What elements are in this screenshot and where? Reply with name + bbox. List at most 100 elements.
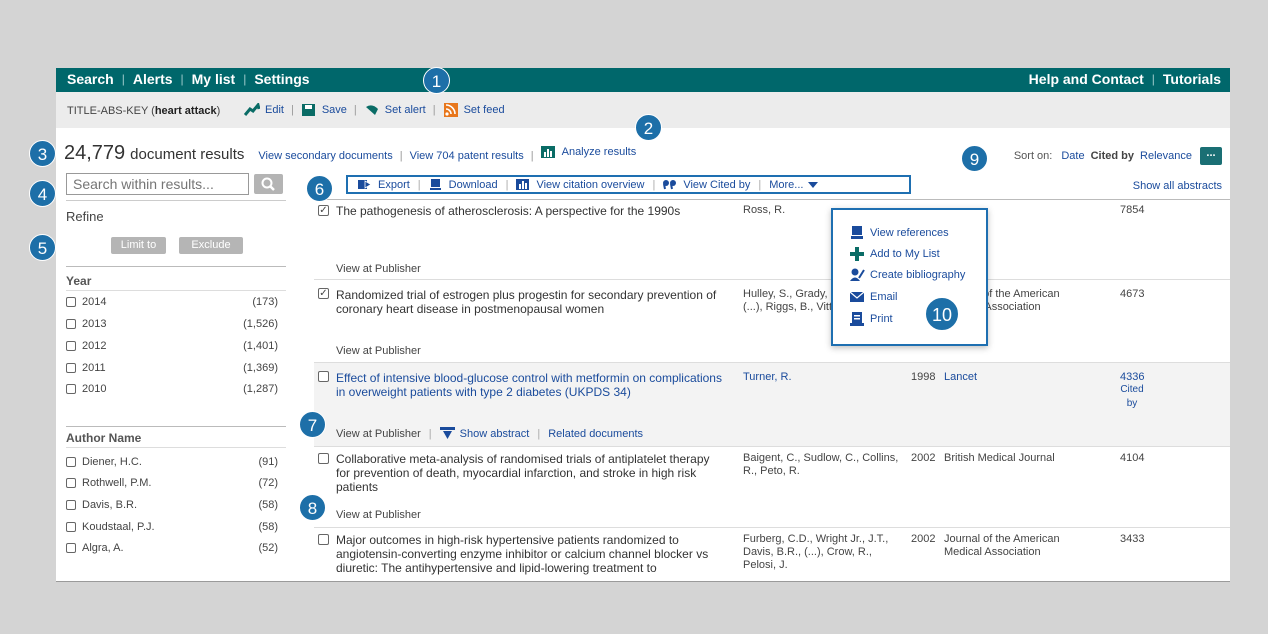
citation-overview-button[interactable]: View citation overview bbox=[516, 179, 644, 191]
save-button[interactable]: Save bbox=[301, 103, 347, 117]
checkbox[interactable] bbox=[66, 478, 76, 488]
nav-tutorials[interactable]: Tutorials bbox=[1163, 71, 1221, 88]
author-facet-item[interactable]: Davis, B.R. (58) bbox=[66, 499, 278, 511]
checkbox[interactable] bbox=[66, 319, 76, 329]
result-cited-count: 4104 bbox=[1120, 452, 1145, 464]
sort-cited-by[interactable]: Cited by bbox=[1091, 150, 1134, 162]
menu-item-label: View references bbox=[870, 227, 949, 239]
checkbox[interactable] bbox=[66, 522, 76, 532]
top-nav: Search | Alerts | My list | Settings Hel… bbox=[56, 68, 1230, 92]
show-abstract-link[interactable]: Show abstract bbox=[460, 428, 530, 440]
menu-item-create-bibliography[interactable]: Create bibliography bbox=[849, 268, 965, 282]
more-menu-button[interactable]: More... bbox=[769, 179, 819, 191]
facet-divider bbox=[66, 290, 286, 291]
row-checkbox[interactable]: ✓ bbox=[318, 205, 329, 216]
checkbox[interactable] bbox=[66, 543, 76, 553]
row-checkbox[interactable]: ✓ bbox=[318, 288, 329, 299]
menu-item-add-to-my-list[interactable]: Add to My List bbox=[849, 247, 940, 261]
author-facet-item[interactable]: Algra, A. (52) bbox=[66, 542, 278, 554]
checkbox[interactable] bbox=[66, 297, 76, 307]
author-facet-item[interactable]: Koudstaal, P.J. (58) bbox=[66, 521, 278, 533]
result-source[interactable]: British Medical Journal bbox=[944, 452, 1089, 465]
facet-count: (1,287) bbox=[243, 383, 278, 395]
checkbox[interactable] bbox=[66, 341, 76, 351]
result-row: Major outcomes in high-risk hypertensive… bbox=[314, 528, 1230, 581]
set-alert-label: Set alert bbox=[384, 104, 426, 116]
nav-help-contact[interactable]: Help and Contact bbox=[1029, 71, 1144, 88]
view-at-publisher-link[interactable]: View at Publisher bbox=[336, 428, 421, 440]
nav-search[interactable]: Search bbox=[67, 71, 114, 88]
result-title[interactable]: Collaborative meta-analysis of randomise… bbox=[336, 452, 726, 494]
search-within-button[interactable] bbox=[254, 174, 283, 194]
menu-item-email[interactable]: Email bbox=[849, 290, 898, 304]
nav-settings[interactable]: Settings bbox=[254, 71, 309, 88]
row-checkbox[interactable] bbox=[318, 534, 329, 545]
download-label: Download bbox=[448, 178, 498, 191]
checkbox[interactable] bbox=[66, 457, 76, 467]
related-documents-link[interactable]: Related documents bbox=[548, 428, 643, 440]
facet-label: 2012 bbox=[82, 340, 107, 352]
facet-label: Koudstaal, P.J. bbox=[82, 521, 155, 533]
result-title[interactable]: Major outcomes in high-risk hypertensive… bbox=[336, 533, 726, 575]
menu-item-label: Create bibliography bbox=[870, 269, 966, 281]
author-facet-item[interactable]: Diener, H.C. (91) bbox=[66, 456, 278, 468]
analyze-results-button[interactable]: Analyze results bbox=[540, 145, 636, 159]
facet-label: Algra, A. bbox=[82, 542, 124, 554]
set-feed-button[interactable]: Set feed bbox=[443, 103, 505, 117]
year-facet-item[interactable]: 2012 (1,401) bbox=[66, 340, 278, 352]
result-authors: Baigent, C., Sudlow, C., Collins, R., Pe… bbox=[743, 452, 899, 477]
result-title[interactable]: Effect of intensive blood-glucose contro… bbox=[336, 371, 726, 399]
year-facet-item[interactable]: 2010 (1,287) bbox=[66, 383, 278, 395]
query-string: TITLE-ABS-KEY (heart attack) bbox=[67, 105, 220, 117]
year-facet-item[interactable]: 2014 (173) bbox=[66, 296, 278, 308]
export-button[interactable]: Export bbox=[358, 179, 410, 191]
export-icon bbox=[358, 179, 372, 190]
result-cited-count: 4673 bbox=[1120, 288, 1145, 300]
row-checkbox[interactable] bbox=[318, 371, 329, 382]
checkbox[interactable] bbox=[66, 500, 76, 510]
nav-separator: | bbox=[121, 72, 125, 86]
result-title[interactable]: The pathogenesis of atherosclerosis: A p… bbox=[336, 204, 726, 218]
view-at-publisher-link[interactable]: View at Publisher bbox=[336, 263, 421, 275]
view-cited-by-button[interactable]: View Cited by bbox=[663, 179, 750, 191]
refine-heading: Refine bbox=[66, 209, 104, 224]
edit-button[interactable]: Edit bbox=[243, 101, 284, 117]
result-row: ✓ Randomized trial of estrogen plus prog… bbox=[314, 280, 1230, 363]
sort-more-button[interactable]: ... bbox=[1200, 147, 1222, 165]
sort-relevance[interactable]: Relevance bbox=[1140, 150, 1192, 162]
separator: | bbox=[537, 427, 541, 440]
download-button[interactable]: Download bbox=[429, 179, 498, 191]
result-source[interactable]: Journal of the American Medical Associat… bbox=[944, 533, 1089, 559]
view-at-publisher-link[interactable]: View at Publisher bbox=[336, 345, 421, 357]
sort-date[interactable]: Date bbox=[1061, 150, 1084, 162]
menu-item-view-references[interactable]: View references bbox=[849, 226, 949, 240]
set-alert-button[interactable]: Set alert bbox=[364, 103, 426, 117]
facet-divider bbox=[66, 426, 286, 427]
result-row: ✓ The pathogenesis of atherosclerosis: A… bbox=[314, 201, 1230, 280]
exclude-button[interactable]: Exclude bbox=[179, 237, 243, 254]
result-title[interactable]: Randomized trial of estrogen plus proges… bbox=[336, 288, 726, 316]
nav-alerts[interactable]: Alerts bbox=[133, 71, 173, 88]
menu-item-print[interactable]: Print bbox=[849, 312, 893, 326]
view-secondary-link[interactable]: View secondary documents bbox=[258, 150, 392, 162]
query-term: heart attack bbox=[154, 105, 217, 117]
author-facet-item[interactable]: Rothwell, P.M. (72) bbox=[66, 477, 278, 489]
year-facet-item[interactable]: 2013 (1,526) bbox=[66, 318, 278, 330]
limit-to-button[interactable]: Limit to bbox=[111, 237, 166, 254]
facet-count: (58) bbox=[258, 499, 278, 511]
result-year: 2002 bbox=[911, 452, 936, 464]
result-authors[interactable]: Turner, R. bbox=[743, 371, 903, 384]
show-all-abstracts-link[interactable]: Show all abstracts bbox=[1133, 180, 1222, 192]
checkbox[interactable] bbox=[66, 363, 76, 373]
search-within-input[interactable] bbox=[66, 173, 249, 195]
result-links: View at Publisher bbox=[336, 509, 421, 521]
save-label: Save bbox=[321, 104, 347, 116]
nav-my-list[interactable]: My list bbox=[192, 71, 236, 88]
year-facet-item[interactable]: 2011 (1,369) bbox=[66, 362, 278, 374]
view-at-publisher-link[interactable]: View at Publisher bbox=[336, 509, 421, 521]
result-cited-count[interactable]: 4336 Cited by bbox=[1120, 371, 1144, 411]
view-patent-link[interactable]: View 704 patent results bbox=[410, 150, 524, 162]
result-source[interactable]: Lancet bbox=[944, 371, 1089, 384]
row-checkbox[interactable] bbox=[318, 453, 329, 464]
checkbox[interactable] bbox=[66, 384, 76, 394]
